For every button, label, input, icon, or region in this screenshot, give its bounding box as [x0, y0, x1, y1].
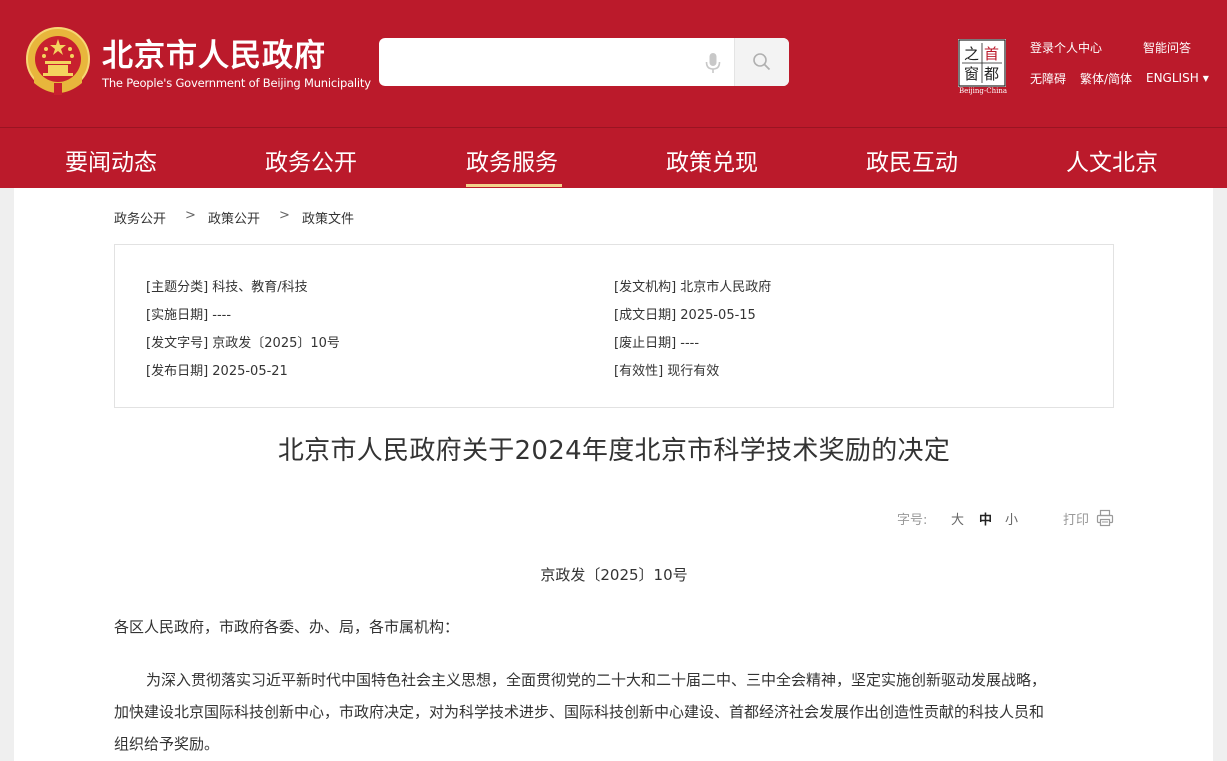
capital-logo-char-2: 首 [984, 45, 999, 63]
breadcrumb-item-policy-docs[interactable]: 政策文件 [302, 208, 354, 227]
meta-effective-date: [实施日期] ---- [146, 308, 232, 323]
chevron-down-icon: ▼ [1202, 74, 1209, 83]
breadcrumb-item-policy-open[interactable]: 政策公开 [208, 208, 260, 227]
meta-written-date: [成文日期] 2025-05-15 [614, 308, 756, 323]
site-title[interactable]: 北京市人民政府 [102, 30, 326, 75]
site-subtitle-en[interactable]: The People's Government of Beijing Munic… [102, 76, 371, 90]
search-button[interactable] [734, 38, 789, 86]
search-box [379, 38, 789, 86]
search-input[interactable] [379, 38, 709, 86]
breadcrumb-separator: > [185, 208, 196, 223]
font-size-small-button[interactable]: 小 [1005, 509, 1018, 528]
header-top: 北京市人民政府 The People's Government of Beiji… [0, 0, 1227, 127]
meta-repeal-date: [废止日期] ---- [614, 336, 700, 351]
article-paragraph: 为深入贯彻落实习近平新时代中国特色社会主义思想，全面贯彻党的二十大和二十届二中、… [114, 664, 1114, 760]
meta-publish-date: [发布日期] 2025-05-21 [146, 364, 288, 379]
capital-logo-char-3: 窗 [964, 65, 979, 83]
breadcrumb-item-gov-affairs[interactable]: 政务公开 [114, 208, 166, 227]
english-label: ENGLISH [1146, 71, 1199, 85]
nav-active-indicator [466, 184, 562, 187]
nav-item-news[interactable]: 要闻动态 [65, 143, 157, 177]
microphone-icon[interactable] [701, 51, 725, 75]
national-emblem-icon[interactable] [24, 25, 92, 97]
english-language-dropdown[interactable]: ENGLISH ▼ [1146, 71, 1209, 85]
meta-validity: [有效性] 现行有效 [614, 364, 720, 379]
font-size-medium-button[interactable]: 中 [979, 509, 992, 528]
capital-window-logo[interactable]: 之 首 窗 都 Beijing-China [954, 37, 1010, 95]
document-number: 京政发〔2025〕10号 [540, 566, 688, 584]
nav-item-gov-services[interactable]: 政务服务 [466, 143, 558, 177]
paragraph-line: 组织给予奖励。 [114, 735, 220, 753]
paragraph-line: 为深入贯彻落实习近平新时代中国特色社会主义思想，全面贯彻党的二十大和二十届二中、… [146, 671, 1047, 689]
font-size-label: 字号: [897, 513, 928, 528]
article-addressee: 各区人民政府，市政府各委、办、局，各市属机构： [114, 618, 460, 636]
capital-window-logo-icon: 之 首 窗 都 [958, 39, 1006, 87]
site-header: 北京市人民政府 The People's Government of Beiji… [0, 0, 1227, 188]
login-link[interactable]: 登录个人中心 [1030, 39, 1102, 56]
capital-window-logo-mark: 之 首 窗 都 [958, 39, 1006, 87]
breadcrumb-separator: > [279, 208, 290, 223]
smart-qa-link[interactable]: 智能问答 [1143, 39, 1191, 56]
document-metadata-box [114, 244, 1114, 408]
capital-logo-char-4: 都 [984, 65, 999, 83]
nav-item-public-interaction[interactable]: 政民互动 [866, 143, 958, 177]
nav-divider [0, 127, 1227, 128]
nav-item-gov-affairs-open[interactable]: 政务公开 [265, 143, 357, 177]
search-icon [753, 53, 771, 71]
print-button[interactable]: 打印 [1063, 509, 1089, 528]
accessibility-link[interactable]: 无障碍 [1030, 70, 1066, 87]
meta-subject-category: [主题分类] 科技、教育/科技 [146, 280, 308, 295]
meta-issuing-agency: [发文机构] 北京市人民政府 [614, 280, 772, 295]
meta-document-number: [发文字号] 京政发〔2025〕10号 [146, 336, 340, 351]
capital-logo-char-1: 之 [964, 45, 979, 63]
font-size-large-button[interactable]: 大 [951, 509, 964, 528]
printer-icon[interactable] [1096, 509, 1114, 527]
traditional-simplified-toggle[interactable]: 繁体/简体 [1080, 70, 1132, 87]
nav-item-humanistic-beijing[interactable]: 人文北京 [1066, 143, 1158, 177]
nav-item-policy-fulfillment[interactable]: 政策兑现 [666, 143, 758, 177]
article-title: 北京市人民政府关于2024年度北京市科学技术奖励的决定 [277, 436, 951, 466]
capital-window-caption: Beijing-China [958, 87, 1008, 95]
paragraph-line: 加快建设北京国际科技创新中心，市政府决定，对为科学技术进步、国际科技创新中心建设… [114, 703, 1045, 721]
